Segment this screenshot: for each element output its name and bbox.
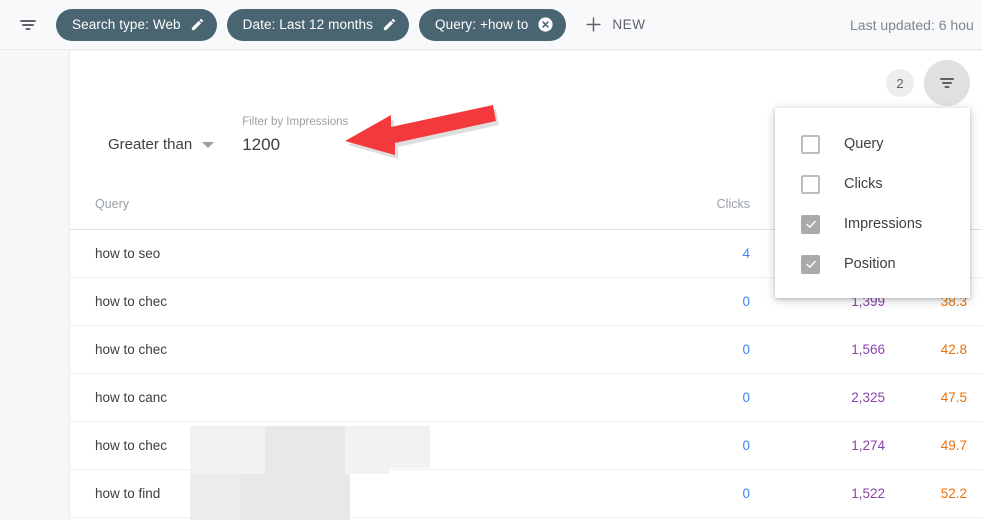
pencil-icon[interactable]	[382, 17, 397, 32]
cell-clicks: 0	[742, 390, 750, 405]
column-chooser-item-label: Position	[844, 256, 896, 272]
cell-clicks: 0	[742, 294, 750, 309]
cell-position: 42.8	[940, 342, 967, 357]
filter-toggle-group: 2	[886, 60, 970, 106]
cell-query: how to chec	[95, 438, 168, 453]
chevron-down-icon	[202, 141, 215, 148]
cell-query: how to chec	[95, 294, 168, 309]
column-filter-button[interactable]	[924, 60, 970, 106]
last-updated-text: Last updated: 6 hou	[850, 17, 974, 33]
cell-clicks: 4	[742, 246, 750, 261]
cell-impressions: 2,325	[851, 390, 885, 405]
cell-query: how to canc	[95, 390, 168, 405]
filter-funnel-icon	[20, 19, 36, 30]
column-chooser-item-clicks[interactable]: Clicks	[775, 164, 970, 204]
column-chooser-menu: Query Clicks Impressions Position	[775, 108, 970, 298]
column-chooser-item-label: Query	[844, 136, 884, 152]
cell-query: how to find	[95, 486, 161, 501]
filter-chip-search-type[interactable]: Search type: Web	[56, 8, 217, 41]
table-row[interactable]: how to chec 0 1,274 49.7	[70, 422, 982, 470]
table-row[interactable]: how to canc 0 2,325 47.5	[70, 374, 982, 422]
column-chooser-item-position[interactable]: Position	[775, 244, 970, 284]
filter-value-field[interactable]: Filter by Impressions 1200	[242, 116, 348, 155]
column-header-query[interactable]: Query	[70, 197, 615, 211]
left-rail	[0, 50, 70, 520]
cell-clicks: 0	[742, 438, 750, 453]
checkbox-unchecked-icon[interactable]	[801, 174, 820, 194]
cell-clicks: 0	[742, 486, 750, 501]
cell-position: 49.7	[940, 438, 967, 453]
filter-funnel-icon	[940, 78, 954, 88]
cell-position: 47.5	[940, 390, 967, 405]
cell-impressions: 1,522	[851, 486, 885, 501]
cell-impressions: 1,566	[851, 342, 885, 357]
checkbox-unchecked-icon[interactable]	[801, 134, 820, 154]
new-filter-button[interactable]: NEW	[584, 15, 645, 34]
checkbox-checked-icon[interactable]	[801, 254, 820, 274]
column-chooser-item-label: Impressions	[844, 216, 923, 232]
cell-query: how to seo	[95, 246, 161, 261]
filter-value-input[interactable]: 1200	[242, 135, 348, 155]
chip-label: Date: Last 12 months	[242, 17, 373, 32]
filter-by-row: Greater than Filter by Impressions 1200	[108, 116, 348, 155]
filter-value-caption: Filter by Impressions	[242, 116, 349, 128]
column-chooser-item-query[interactable]: Query	[775, 124, 970, 164]
screenshot-root: 2 Greater than Filter by Impressions 120…	[0, 0, 982, 520]
toolbar-filter-button[interactable]	[10, 7, 46, 43]
chip-label: Search type: Web	[72, 17, 181, 32]
close-circle-icon[interactable]	[537, 16, 554, 33]
checkbox-checked-icon[interactable]	[801, 214, 820, 234]
annotation-arrow	[340, 92, 500, 172]
cell-query: how to chec	[95, 342, 168, 357]
operator-value: Greater than	[108, 136, 193, 153]
cell-impressions: 1,274	[851, 438, 885, 453]
column-chooser-item-label: Clicks	[844, 176, 883, 192]
table-row[interactable]: how to chec 0 1,566 42.8	[70, 326, 982, 374]
top-toolbar: Search type: Web Date: Last 12 months Qu…	[0, 0, 982, 50]
pencil-icon[interactable]	[190, 17, 205, 32]
operator-select[interactable]: Greater than	[108, 136, 215, 155]
filter-chip-date[interactable]: Date: Last 12 months	[226, 8, 409, 41]
filter-chip-query[interactable]: Query: +how to	[419, 8, 567, 41]
new-filter-label: NEW	[612, 17, 646, 32]
column-header-clicks[interactable]: Clicks	[615, 197, 750, 211]
plus-icon	[584, 15, 603, 34]
filter-count-badge: 2	[886, 69, 914, 97]
cell-position: 52.2	[940, 486, 967, 501]
cell-clicks: 0	[742, 342, 750, 357]
table-row[interactable]: how to find 0 1,522 52.2	[70, 470, 982, 518]
column-chooser-item-impressions[interactable]: Impressions	[775, 204, 970, 244]
chip-label: Query: +how to	[435, 17, 529, 32]
column-chooser-list: Query Clicks Impressions Position	[775, 124, 970, 284]
